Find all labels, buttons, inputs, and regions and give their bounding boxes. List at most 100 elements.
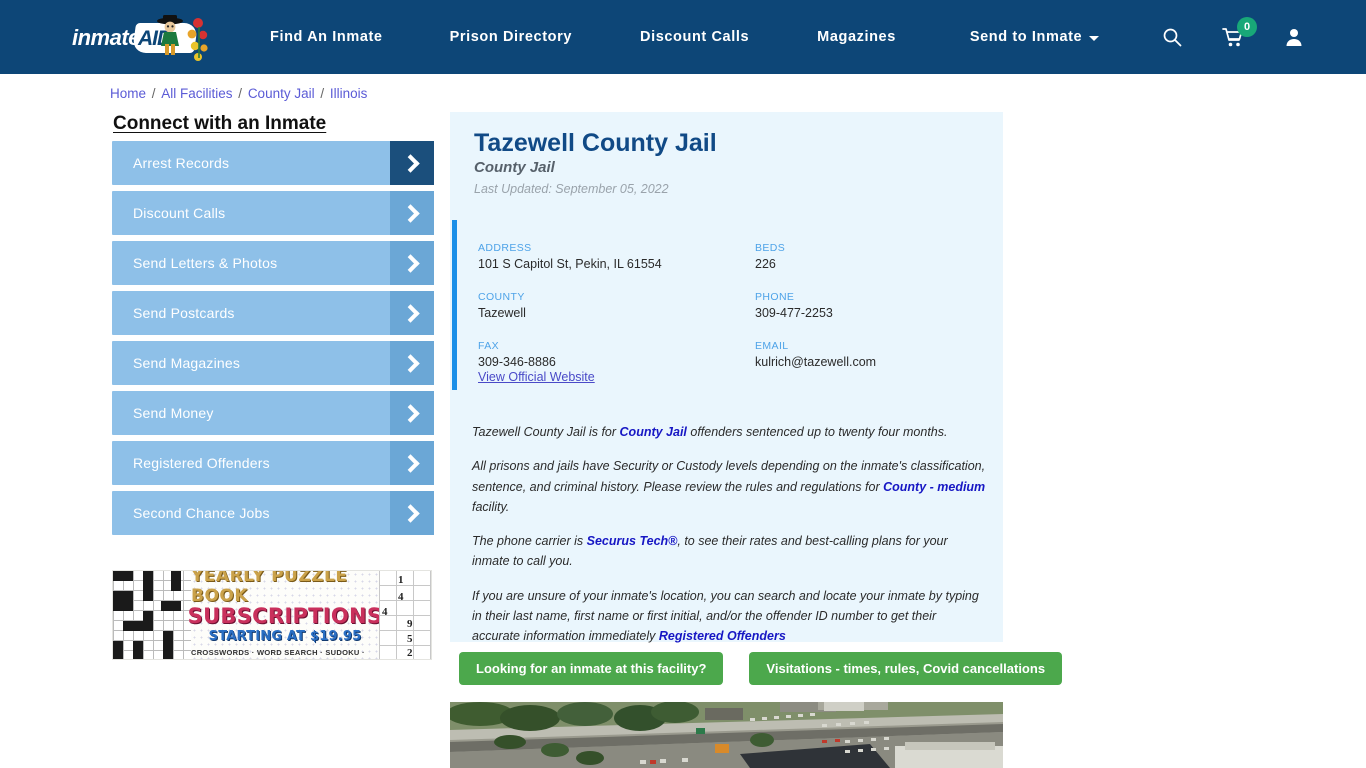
breadcrumb-separator: /: [316, 86, 328, 101]
sudoku-cell: 1: [398, 574, 404, 586]
sidebar-item-label: Send Money: [133, 405, 214, 421]
ad-headline-2: SUBSCRIPTIONS: [187, 604, 383, 628]
info-value: 309-477-2253: [755, 306, 833, 320]
inmate-search-button[interactable]: Looking for an inmate at this facility?: [459, 652, 724, 685]
sidebar-item-label: Send Letters & Photos: [133, 255, 278, 271]
info-label: COUNTY: [478, 291, 525, 303]
registered-offenders-link[interactable]: Registered Offenders: [659, 629, 786, 643]
description-paragraph-2: All prisons and jails have Security or C…: [472, 456, 987, 517]
info-label: ADDRESS: [478, 242, 532, 254]
user-account-icon: [1286, 29, 1302, 46]
chevron-right-icon: [390, 441, 434, 485]
chevron-right-icon: [390, 491, 434, 535]
info-label: BEDS: [755, 242, 786, 254]
sidebar-item-send-money[interactable]: Send Money: [112, 391, 434, 435]
cart-button[interactable]: 0: [1222, 16, 1257, 48]
header-icon-group: 0: [1162, 0, 1304, 74]
nav-item-magazines[interactable]: Magazines: [793, 29, 946, 45]
ad-categories-line: CROSSWORDS · WORD SEARCH · SUDOKU · BRAI…: [191, 648, 365, 659]
aerial-photo-graphic: [450, 702, 1003, 768]
cart-count-badge: 0: [1237, 16, 1257, 37]
facility-aerial-photo[interactable]: [450, 702, 1003, 768]
info-field-phone: PHONE 309-477-2253: [755, 291, 978, 320]
sidebar-item-send-magazines[interactable]: Send Magazines: [112, 341, 434, 385]
nav-item-send-to-inmate[interactable]: Send to Inmate: [946, 29, 1123, 45]
description-paragraph-3: The phone carrier is Securus Tech®, to s…: [472, 531, 987, 572]
nav-label: Send to Inmate: [969, 29, 1083, 45]
sudoku-cell: 5: [407, 633, 413, 645]
desc-text: The phone carrier is: [472, 534, 587, 548]
description-paragraph-1: Tazewell County Jail is for County Jail …: [472, 422, 987, 442]
nav-label: Discount Calls: [640, 29, 750, 45]
action-button-row: Looking for an inmate at this facility? …: [459, 652, 1063, 685]
sidebar-item-discount-calls[interactable]: Discount Calls: [112, 191, 434, 235]
account-button[interactable]: [1284, 27, 1304, 47]
chevron-right-icon: [390, 341, 434, 385]
nav-label: Prison Directory: [449, 29, 573, 45]
view-official-website-link[interactable]: View Official Website: [478, 370, 595, 384]
chevron-right-icon: [390, 291, 434, 335]
sidebar-item-second-chance-jobs[interactable]: Second Chance Jobs: [112, 491, 434, 535]
logo-text: inmate: [72, 25, 140, 50]
last-updated-text: Last Updated: September 05, 2022: [474, 182, 669, 196]
chevron-right-icon: [390, 241, 434, 285]
breadcrumb-item-home[interactable]: Home: [110, 86, 146, 101]
sidebar-menu: Arrest Records Discount Calls Send Lette…: [112, 141, 434, 541]
sidebar-item-label: Arrest Records: [133, 155, 230, 171]
sidebar-heading: Connect with an Inmate: [113, 113, 327, 134]
desc-text: facility.: [472, 499, 510, 514]
sidebar-item-send-letters-photos[interactable]: Send Letters & Photos: [112, 241, 434, 285]
nav-item-prison-directory[interactable]: Prison Directory: [426, 29, 616, 45]
sidebar-item-registered-offenders[interactable]: Registered Offenders: [112, 441, 434, 485]
sudoku-graphic: 1 4 4 9 5 2: [379, 571, 431, 659]
county-jail-link[interactable]: County Jail: [620, 425, 687, 439]
county-medium-link[interactable]: County - medium: [883, 480, 985, 494]
sudoku-cell: 4: [398, 591, 404, 603]
desc-text: Tazewell County Jail is for: [472, 425, 620, 439]
nav-item-discount-calls[interactable]: Discount Calls: [616, 29, 793, 45]
chevron-down-icon: [1089, 35, 1100, 41]
info-value: Tazewell: [478, 306, 526, 320]
crossword-graphic: [113, 571, 191, 659]
securus-tech-link[interactable]: Securus Tech®: [587, 534, 678, 548]
search-button[interactable]: [1162, 27, 1182, 47]
main-navigation: Find An Inmate Prison Directory Discount…: [255, 0, 1123, 74]
facility-info-card: ADDRESS 101 S Capitol St, Pekin, IL 6155…: [452, 220, 1003, 390]
sidebar-item-arrest-records[interactable]: Arrest Records: [112, 141, 434, 185]
info-field-address: ADDRESS 101 S Capitol St, Pekin, IL 6155…: [478, 242, 755, 271]
info-value: 101 S Capitol St, Pekin, IL 61554: [478, 257, 662, 271]
sidebar-item-send-postcards[interactable]: Send Postcards: [112, 291, 434, 335]
logo-flowers-icon: [187, 18, 208, 61]
info-field-county: COUNTY Tazewell: [478, 291, 755, 320]
info-value: 309-346-8886: [478, 355, 556, 369]
sudoku-cell: 4: [382, 606, 388, 618]
sidebar-item-label: Second Chance Jobs: [133, 505, 270, 521]
nav-label: Magazines: [817, 29, 896, 45]
info-label: FAX: [478, 340, 500, 352]
page-title: Tazewell County Jail: [474, 129, 717, 157]
desc-text: offenders sentenced up to twenty four mo…: [686, 425, 948, 439]
info-field-email: EMAIL kulrich@tazewell.com: [755, 340, 978, 369]
chevron-right-icon: [390, 391, 434, 435]
ad-text-block: YEARLY PUZZLE BOOK SUBSCRIPTIONS STARTIN…: [188, 570, 382, 659]
ad-headline-1: YEARLY PUZZLE BOOK: [191, 570, 348, 606]
sidebar-item-label: Discount Calls: [133, 205, 226, 221]
sudoku-cell: 9: [407, 618, 413, 630]
breadcrumb-item-illinois[interactable]: Illinois: [330, 86, 368, 101]
nav-item-find-an-inmate[interactable]: Find An Inmate: [255, 29, 426, 45]
breadcrumb-item-county-jail[interactable]: County Jail: [248, 86, 315, 101]
info-value: 226: [755, 257, 776, 271]
info-label: EMAIL: [755, 340, 789, 352]
sidebar-item-label: Send Magazines: [133, 355, 241, 371]
site-logo[interactable]: inmate AID: [72, 15, 208, 61]
facility-description: Tazewell County Jail is for County Jail …: [472, 422, 987, 660]
breadcrumb-item-all-facilities[interactable]: All Facilities: [161, 86, 232, 101]
visitation-info-button[interactable]: Visitations - times, rules, Covid cancel…: [749, 652, 1063, 685]
info-label: PHONE: [755, 291, 795, 303]
info-value: kulrich@tazewell.com: [755, 355, 877, 369]
ad-price-line: STARTING AT $19.95: [208, 629, 362, 644]
nav-label: Find An Inmate: [270, 29, 383, 45]
facility-panel: Tazewell County Jail County Jail Last Up…: [450, 112, 1003, 643]
puzzle-book-ad-banner[interactable]: YEARLY PUZZLE BOOK SUBSCRIPTIONS STARTIN…: [112, 570, 432, 660]
info-field-beds: BEDS 226: [755, 242, 978, 271]
